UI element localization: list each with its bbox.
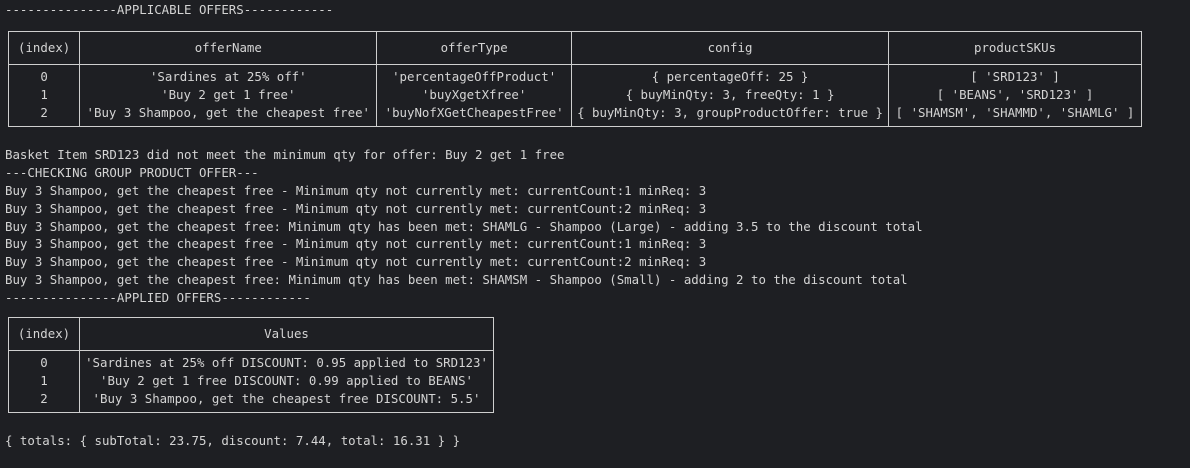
table-cell: { buyMinQty: 3, groupProductOffer: true …: [570, 104, 890, 122]
table-cell: 2: [8, 390, 80, 408]
table-cell: 2: [7, 104, 81, 122]
table-cell: [ 'SRD123' ]: [888, 68, 1142, 86]
applicable-offers-header: ---------------APPLICABLE OFFERS--------…: [5, 2, 334, 17]
totals-line: { totals: { subTotal: 23.75, discount: 7…: [5, 433, 461, 448]
table-cell: 'percentageOffProduct': [376, 68, 572, 86]
table-header-row: (index) Values: [8, 317, 494, 351]
table-cell: 'Sardines at 25% off': [79, 68, 378, 86]
table-row: 0 'Sardines at 25% off DISCOUNT: 0.95 ap…: [8, 354, 494, 372]
table-row: 2 'Buy 3 Shampoo, get the cheapest free …: [8, 390, 494, 408]
table-cell: 'Buy 3 Shampoo, get the cheapest free': [79, 104, 378, 122]
log-line: Basket Item SRD123 did not meet the mini…: [5, 147, 565, 162]
column-header: (index): [8, 317, 80, 351]
table-header-row: (index) offerName offerType config produ…: [7, 31, 1142, 65]
log-line: ---CHECKING GROUP PRODUCT OFFER---: [5, 165, 259, 180]
table-cell: 0: [7, 68, 81, 86]
table-cell: { percentageOff: 25 }: [570, 68, 890, 86]
table-row: 0 'Sardines at 25% off' 'percentageOffPr…: [7, 68, 1142, 86]
table-row: 1 'Buy 2 get 1 free' 'buyXgetXfree' { bu…: [7, 86, 1142, 104]
column-header: offerName: [79, 31, 378, 65]
table-cell: 0: [8, 354, 80, 372]
table-cell: 'buyXgetXfree': [376, 86, 572, 104]
table-row: 2 'Buy 3 Shampoo, get the cheapest free'…: [7, 104, 1142, 122]
table-cell: [ 'SHAMSM', 'SHAMMD', 'SHAMLG' ]: [888, 104, 1142, 122]
applied-offers-table: (index) Values 0 'Sardines at 25% off DI…: [8, 317, 494, 413]
log-line: Buy 3 Shampoo, get the cheapest free: Mi…: [5, 219, 923, 234]
table-cell: 'Buy 2 get 1 free DISCOUNT: 0.99 applied…: [79, 372, 494, 390]
applicable-offers-table: (index) offerName offerType config produ…: [7, 31, 1142, 127]
column-header: (index): [7, 31, 81, 65]
applied-offers-header: ---------------APPLIED OFFERS-----------…: [5, 290, 311, 305]
terminal-window: ---------------APPLICABLE OFFERS--------…: [0, 0, 1190, 468]
table-cell: { buyMinQty: 3, freeQty: 1 }: [570, 86, 890, 104]
table-cell: 'Sardines at 25% off DISCOUNT: 0.95 appl…: [79, 354, 494, 372]
column-header: productSKUs: [888, 31, 1142, 65]
table-cell: 'Buy 3 Shampoo, get the cheapest free DI…: [79, 390, 494, 408]
table-cell: 1: [8, 372, 80, 390]
column-header: offerType: [376, 31, 572, 65]
log-line: Buy 3 Shampoo, get the cheapest free - M…: [5, 183, 707, 198]
log-line: Buy 3 Shampoo, get the cheapest free - M…: [5, 201, 707, 216]
table-cell: 1: [7, 86, 81, 104]
log-line: Buy 3 Shampoo, get the cheapest free - M…: [5, 254, 707, 269]
column-header: config: [570, 31, 890, 65]
log-line: Buy 3 Shampoo, get the cheapest free: Mi…: [5, 272, 908, 287]
column-header: Values: [79, 317, 494, 351]
table-row: 1 'Buy 2 get 1 free DISCOUNT: 0.99 appli…: [8, 372, 494, 390]
log-line: Buy 3 Shampoo, get the cheapest free - M…: [5, 236, 707, 251]
table-cell: 'buyNofXGetCheapestFree': [376, 104, 572, 122]
table-cell: [ 'BEANS', 'SRD123' ]: [888, 86, 1142, 104]
table-cell: 'Buy 2 get 1 free': [79, 86, 378, 104]
